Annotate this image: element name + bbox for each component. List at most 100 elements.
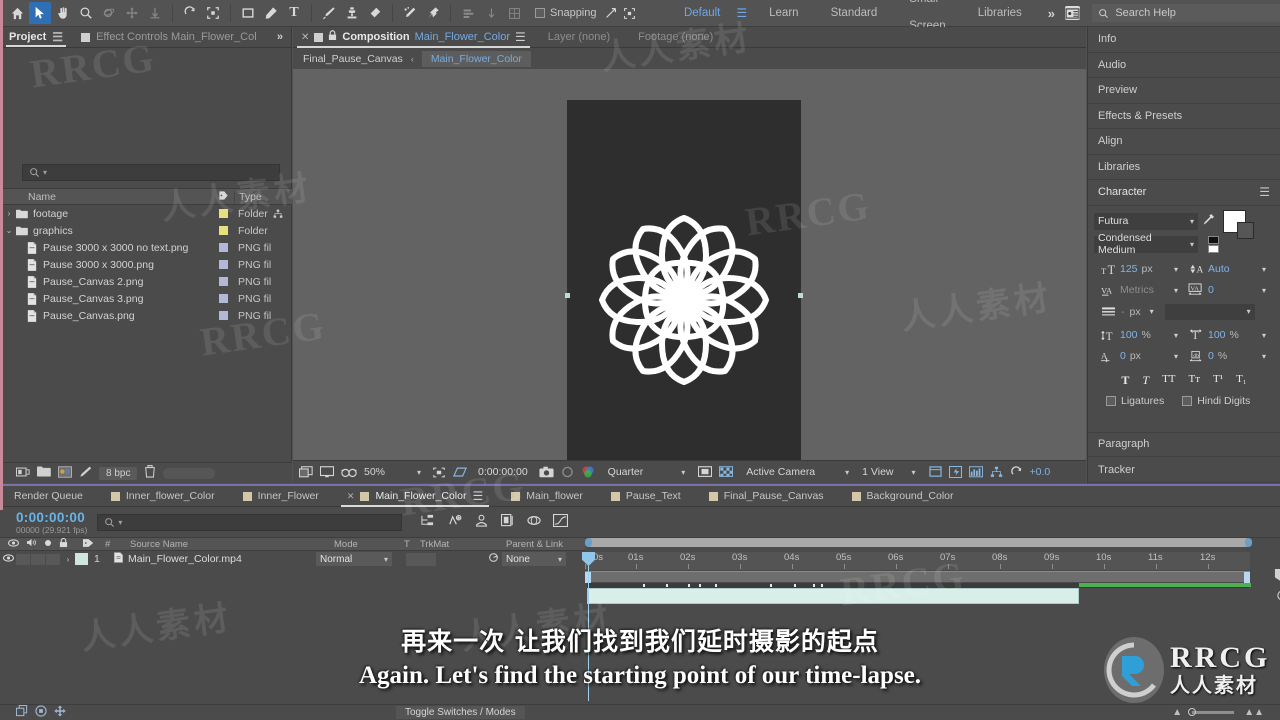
orbit-tool-icon[interactable] [98,2,120,24]
layer-parent-dropdown[interactable]: None ▾ [502,552,566,566]
breadcrumb-parent[interactable]: Final_Pause_Canvas [303,53,403,65]
column-index[interactable]: # [100,537,122,551]
workspace-menu-icon[interactable]: ☰ [736,6,753,20]
tab-inner-flower[interactable]: Inner_Flower [229,486,333,507]
layer-source-name-cell[interactable]: Main_Flower_Color.mp4 [110,552,316,566]
column-mode[interactable]: Mode [328,537,404,551]
pick-whip-icon[interactable] [488,552,499,566]
current-time-display[interactable]: 0:00:00:00 00000 (29.921 fps) [0,510,87,535]
roto-brush-icon[interactable] [399,2,421,24]
viewer-timecode[interactable]: 0:00:00:00 [478,466,528,478]
comp-flowchart-icon[interactable] [990,466,1003,478]
workspace-more-icon[interactable]: » [1038,6,1065,21]
keyframe-marker[interactable] [813,584,815,587]
horizontal-scale-field[interactable]: T 100 % ▾ [1188,326,1270,345]
enable-motion-blur-icon[interactable] [527,514,541,530]
project-row-file[interactable]: Pause_Canvas 2.png PNG fil [0,273,292,290]
keyframe-marker[interactable] [794,584,796,587]
stroke-color-swatch[interactable] [1237,221,1254,239]
panel-align[interactable]: Align [1088,129,1280,155]
panel-character[interactable]: Character ☰ [1088,180,1280,206]
layer-label-color[interactable] [75,553,88,565]
font-family-dropdown[interactable]: Futura ▾ [1094,212,1198,230]
pen-tool-icon[interactable] [260,2,282,24]
anchor-tool-icon[interactable] [144,2,166,24]
timeline-zoom-left-handle[interactable] [585,538,592,547]
keyframe-marker[interactable] [643,584,645,587]
tab-composition[interactable]: ✕ Composition Main_Flower_Color ☰ [293,27,534,48]
layer-solo-toggle[interactable] [31,553,45,565]
tab-main-flower-color[interactable]: ✕ Main_Flower_Color ☰ [333,486,497,507]
project-row-file[interactable]: Pause 3000 x 3000 no text.png PNG fil [0,239,292,256]
faux-bold-button[interactable]: T [1121,373,1129,388]
comp-marker-bin-icon[interactable] [1274,568,1280,585]
work-area-end-handle[interactable] [1244,572,1250,583]
tab-render-queue[interactable]: Render Queue [0,486,97,507]
region-of-interest-icon[interactable] [202,2,224,24]
new-comp-icon[interactable] [58,465,72,481]
no-fill-swatch[interactable] [1208,235,1219,244]
exposure-value[interactable]: +0.0 [1030,466,1051,478]
camera-view-dropdown[interactable]: Active Camera ▾ [746,466,849,478]
toggle-switches-modes-button[interactable]: Toggle Switches / Modes [396,706,525,719]
selection-tool-icon[interactable] [29,2,51,24]
column-type[interactable]: Type [234,190,292,203]
fast-previews-icon[interactable] [948,466,962,478]
panel-libraries[interactable]: Libraries [1088,155,1280,180]
show-snapshot-icon[interactable] [561,466,574,478]
timeline-zoom-right-handle[interactable] [1245,538,1252,547]
type-tool-icon[interactable]: T [283,2,305,24]
zoom-out-icon[interactable]: ▲ [1172,707,1182,718]
ligatures-toggle[interactable]: Ligatures [1106,395,1164,407]
color-depth-label[interactable]: 8 bpc [99,466,138,480]
white-swatch[interactable] [1208,244,1219,253]
snapping-toggle[interactable]: Snapping [535,7,597,19]
faux-italic-button[interactable]: T [1142,373,1149,388]
leading-field[interactable]: A Auto ▾ [1188,260,1270,279]
align-left-icon[interactable] [457,2,479,24]
hand-tool-icon[interactable] [52,2,74,24]
tab-footage[interactable]: Footage (none) [624,31,727,43]
workspace-default[interactable]: Default [668,0,736,27]
panel-menu-icon[interactable]: ☰ [515,30,526,44]
hide-shy-layers-icon[interactable] [474,514,489,530]
tab-project[interactable]: Project ☰ [0,27,72,47]
workspace-learn[interactable]: Learn [753,0,814,27]
project-row-footage[interactable]: › footage Folder [0,205,292,222]
project-item-label[interactable] [212,311,234,320]
time-ruler[interactable]: 0s 01s 02s 03s 04s 05s 06s 07s 08s 09s 1… [585,552,1250,570]
layer-disclosure-icon[interactable]: › [61,555,75,564]
all-caps-button[interactable]: TT [1162,373,1175,388]
delete-icon[interactable] [144,465,156,481]
show-channel-icon[interactable] [581,465,595,479]
work-area-bar[interactable] [585,571,1250,583]
selection-handle[interactable] [565,293,570,298]
composition-viewer[interactable] [293,69,1086,460]
3d-glasses-icon[interactable] [341,467,357,478]
tab-inner-flower-color[interactable]: Inner_flower_Color [97,486,229,507]
panel-audio[interactable]: Audio [1088,53,1280,78]
column-trkmat[interactable]: TrkMat [416,537,500,551]
kerning-field[interactable]: VA Metrics ▾ [1100,281,1182,300]
font-size-field[interactable]: TT 125 px ▾ [1100,260,1182,279]
project-item-label[interactable] [212,294,234,303]
layer-mode-cell[interactable]: Normal ▾ [316,552,392,566]
comp-render-icon[interactable] [35,705,47,720]
workspace-preset-icon[interactable] [1065,6,1081,20]
layer-duration-bar[interactable] [587,588,1079,604]
pan-tool-icon[interactable] [121,2,143,24]
tab-pause-text[interactable]: Pause_Text [597,486,695,507]
panel-preview[interactable]: Preview [1088,78,1280,104]
baseline-shift-field[interactable]: A 0 px ▾ [1100,347,1182,366]
search-help-box[interactable]: Search Help [1092,4,1280,22]
panel-info[interactable]: Info [1088,27,1280,53]
tab-layer[interactable]: Layer (none) [534,31,624,43]
brush-tool-icon[interactable] [318,2,340,24]
puppet-pin-icon[interactable] [422,2,444,24]
keyframe-marker[interactable] [688,584,690,587]
panel-effects-presets[interactable]: Effects & Presets [1088,104,1280,129]
zoom-in-icon[interactable]: ▲▲ [1244,707,1264,718]
rotate-tool-icon[interactable] [179,2,201,24]
keyframe-marker[interactable] [666,584,668,587]
layer-parent-cell[interactable]: None ▾ [488,552,576,566]
